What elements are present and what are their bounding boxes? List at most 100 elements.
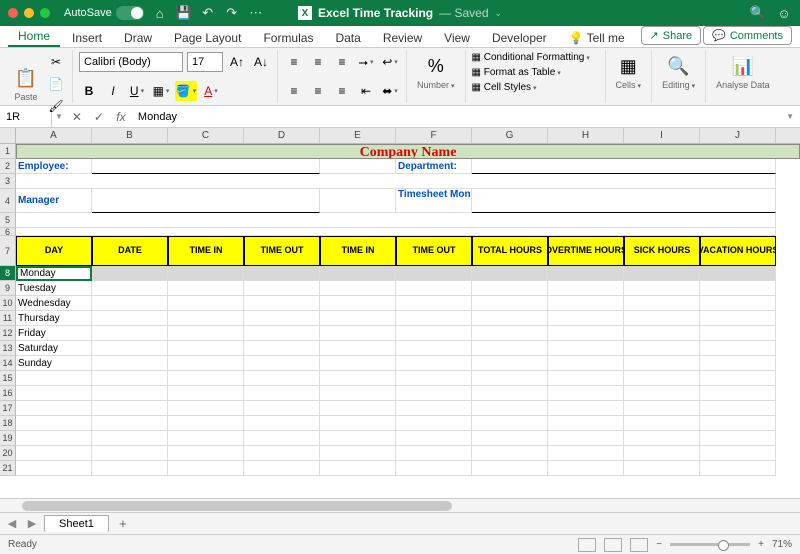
italic-button[interactable]: I [103, 81, 123, 101]
underline-button[interactable]: U [127, 81, 147, 101]
row-header[interactable]: 5 [0, 213, 16, 228]
format-painter-icon[interactable]: 🖌 [46, 96, 66, 116]
align-top-icon[interactable]: ≡ [284, 52, 304, 72]
toggle-switch-icon[interactable] [116, 6, 144, 20]
formula-input[interactable]: Monday [132, 111, 780, 123]
row-header[interactable]: 10 [0, 296, 16, 311]
minimize-window-icon[interactable] [24, 8, 34, 18]
cancel-formula-icon[interactable]: ✕ [66, 110, 88, 124]
accept-formula-icon[interactable]: ✓ [88, 110, 110, 124]
row-header[interactable]: 13 [0, 341, 16, 356]
row-header[interactable]: 17 [0, 401, 16, 416]
paste-button[interactable]: 📋 Paste [10, 64, 42, 104]
col-header[interactable]: C [168, 128, 244, 143]
spreadsheet-grid[interactable]: A B C D E F G H I J 1 2 3 4 5 6 7 8 9 10… [0, 128, 800, 498]
row-header[interactable]: 11 [0, 311, 16, 326]
add-sheet-button[interactable]: + [113, 516, 133, 531]
employee-input-cell[interactable] [92, 159, 320, 174]
copy-icon[interactable]: 📄 [46, 74, 66, 94]
manager-input-cell[interactable] [92, 189, 320, 213]
company-name-cell[interactable]: Company Name [16, 144, 800, 159]
department-input-cell[interactable] [472, 159, 776, 174]
undo-icon[interactable]: ↶ [200, 5, 216, 21]
sheet-nav-prev-icon[interactable]: ◀ [4, 517, 20, 530]
align-left-icon[interactable]: ≡ [284, 81, 304, 101]
day-cell[interactable]: Friday [16, 326, 92, 341]
col-header[interactable]: I [624, 128, 700, 143]
day-cell[interactable]: Thursday [16, 311, 92, 326]
align-middle-icon[interactable]: ≡ [308, 52, 328, 72]
row-header[interactable]: 21 [0, 461, 16, 476]
day-cell[interactable]: Saturday [16, 341, 92, 356]
sheet-tab[interactable]: Sheet1 [44, 515, 109, 532]
page-layout-view-icon[interactable] [604, 538, 622, 552]
select-all-corner[interactable] [0, 128, 16, 143]
user-icon[interactable]: ☺ [776, 5, 792, 21]
department-label[interactable]: Department: [396, 159, 472, 174]
more-icon[interactable]: ⋯ [248, 5, 264, 21]
th-total-hours[interactable]: TOTAL HOURS [472, 236, 548, 266]
row-header[interactable]: 4 [0, 189, 16, 213]
search-icon[interactable]: 🔍 [750, 5, 766, 21]
employee-label[interactable]: Employee: [16, 159, 92, 174]
tab-page-layout[interactable]: Page Layout [164, 28, 251, 47]
font-name-select[interactable] [79, 52, 183, 72]
fill-color-button[interactable]: 🪣 [175, 81, 197, 101]
row-header[interactable]: 20 [0, 446, 16, 461]
align-right-icon[interactable]: ≡ [332, 81, 352, 101]
merge-icon[interactable]: ⬌ [380, 81, 400, 101]
row-header[interactable]: 9 [0, 281, 16, 296]
row-header[interactable]: 12 [0, 326, 16, 341]
share-button[interactable]: ↗Share [641, 26, 702, 45]
autosave-toggle[interactable]: AutoSave [64, 6, 144, 20]
close-window-icon[interactable] [8, 8, 18, 18]
th-overtime[interactable]: OVERTIME HOURS [548, 236, 624, 266]
day-cell[interactable]: Tuesday [16, 281, 92, 296]
tab-developer[interactable]: Developer [482, 28, 557, 47]
col-header[interactable]: E [320, 128, 396, 143]
day-cell[interactable]: Sunday [16, 356, 92, 371]
col-header[interactable]: H [548, 128, 624, 143]
tab-data[interactable]: Data [325, 28, 370, 47]
wrap-text-icon[interactable]: ↩ [380, 52, 400, 72]
cut-icon[interactable]: ✂ [46, 52, 66, 72]
font-size-select[interactable] [187, 52, 223, 72]
horizontal-scrollbar[interactable] [0, 498, 800, 512]
redo-icon[interactable]: ↷ [224, 5, 240, 21]
row-header-selected[interactable]: 8 [0, 266, 16, 281]
th-sick[interactable]: SICK HOURS [624, 236, 700, 266]
scrollbar-thumb[interactable] [22, 501, 452, 511]
row-header[interactable]: 14 [0, 356, 16, 371]
tab-view[interactable]: View [434, 28, 480, 47]
analyse-data-button[interactable]: 📊 Analyse Data [712, 52, 774, 92]
editing-button[interactable]: 🔍 Editing [658, 52, 699, 92]
row-header[interactable]: 1 [0, 144, 16, 159]
align-center-icon[interactable]: ≡ [308, 81, 328, 101]
row-header[interactable]: 18 [0, 416, 16, 431]
format-as-table-button[interactable]: ▦ Format as Table [472, 67, 561, 78]
orientation-icon[interactable]: ⭢ [356, 52, 376, 72]
col-header[interactable]: J [700, 128, 776, 143]
save-icon[interactable]: 💾 [176, 5, 192, 21]
border-button[interactable]: ▦ [151, 81, 171, 101]
col-header[interactable]: D [244, 128, 320, 143]
row-header[interactable]: 7 [0, 236, 16, 266]
col-header[interactable]: B [92, 128, 168, 143]
zoom-in-button[interactable]: + [758, 539, 764, 550]
th-time-in-2[interactable]: TIME IN [320, 236, 396, 266]
sheet-nav-next-icon[interactable]: ▶ [24, 517, 40, 530]
timesheet-month-label[interactable]: Timesheet Month: [396, 189, 472, 213]
tell-me-button[interactable]: 💡Tell me [559, 28, 635, 47]
row-header[interactable]: 16 [0, 386, 16, 401]
cell-styles-button[interactable]: ▦ Cell Styles [472, 82, 537, 93]
expand-formula-icon[interactable]: ▼ [780, 112, 800, 121]
comments-button[interactable]: 💬Comments [703, 26, 792, 45]
maximize-window-icon[interactable] [40, 8, 50, 18]
page-break-view-icon[interactable] [630, 538, 648, 552]
th-date[interactable]: DATE [92, 236, 168, 266]
row-header[interactable]: 15 [0, 371, 16, 386]
tab-draw[interactable]: Draw [114, 28, 162, 47]
tab-review[interactable]: Review [373, 28, 432, 47]
font-color-button[interactable]: A [201, 81, 221, 101]
increase-font-icon[interactable]: A↑ [227, 52, 247, 72]
